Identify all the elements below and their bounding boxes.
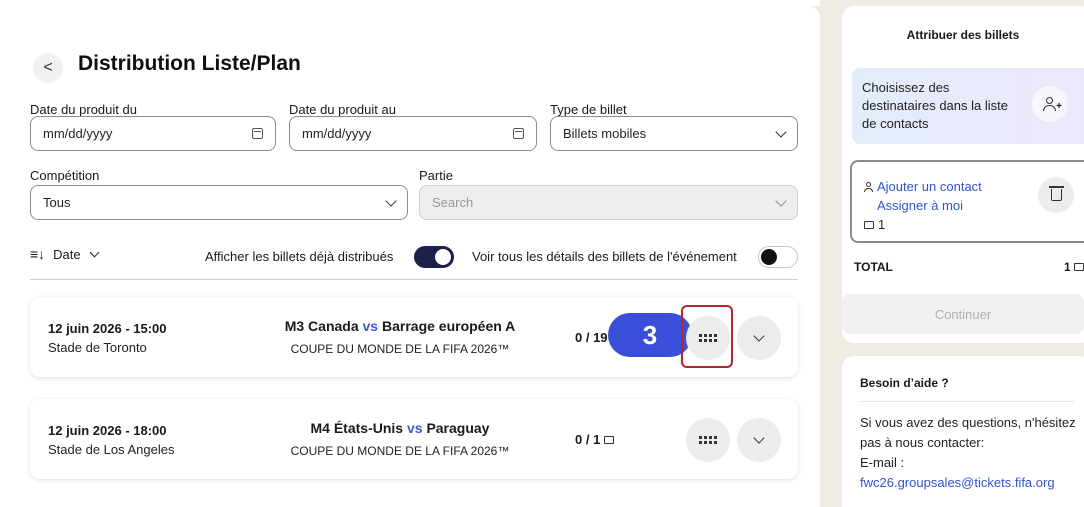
competition-select[interactable]: Tous (30, 185, 408, 220)
ticket-count-value: 0 / 19 (575, 330, 608, 345)
step-badge: 3 (608, 313, 692, 357)
event-venue: Stade de Los Angeles (48, 442, 175, 457)
away-team: Barrage européen A (381, 318, 516, 334)
away-team: Paraguay (426, 420, 490, 436)
help-text: Si vous avez des questions, n'hésitez pa… (860, 413, 1080, 493)
match-search-placeholder: Search (432, 195, 474, 210)
divider (860, 401, 1074, 402)
seat-grid-icon (699, 436, 717, 444)
back-arrow-icon: < (43, 59, 53, 76)
contact-ticket-count: 1 (864, 217, 885, 232)
ticket-icon (604, 435, 615, 444)
chevron-down-icon (753, 432, 765, 444)
help-email-link[interactable]: fwc26.groupsales@tickets.fifa.org (860, 473, 1080, 493)
calendar-icon[interactable] (252, 128, 263, 139)
date-to-input[interactable]: mm/dd/yyyy (289, 116, 537, 151)
trash-icon (1048, 186, 1064, 201)
ticket-type-value: Billets mobiles (563, 126, 647, 141)
help-email-label: E-mail : (860, 455, 905, 470)
user-add-icon (1043, 97, 1057, 111)
show-distributed-toggle[interactable] (414, 246, 454, 268)
home-team: Canada (308, 318, 359, 334)
show-distributed-label: Afficher les billets déjà distribués (205, 249, 394, 264)
ticket-icon (1073, 263, 1084, 271)
ticket-type-select[interactable]: Billets mobiles (550, 116, 798, 151)
date-to-value: mm/dd/yyyy (302, 126, 372, 141)
event-venue: Stade de Toronto (48, 340, 147, 355)
continue-button[interactable]: Continuer (842, 294, 1084, 334)
date-to-label: Date du produit au (289, 102, 396, 117)
choose-recipients-box[interactable]: Choisissez des destinataires dans la lis… (852, 68, 1084, 144)
date-from-label: Date du produit du (30, 102, 137, 117)
add-contact-label: Ajouter un contact (877, 179, 982, 194)
match-label: Partie (419, 168, 453, 183)
contact-card: Ajouter un contact Assigner à moi 1 (850, 160, 1084, 243)
date-from-input[interactable]: mm/dd/yyyy (30, 116, 276, 151)
vs-label: vs (362, 318, 379, 334)
ticket-count: 0 / 1 (575, 432, 615, 447)
back-button[interactable]: < (33, 53, 63, 83)
ticket-count: 0 / 19 (575, 330, 608, 345)
panel-title: Attribuer des billets (906, 28, 1020, 42)
seat-plan-button[interactable] (686, 418, 730, 462)
ticket-type-label: Type de billet (550, 102, 627, 117)
chevron-down-icon (775, 125, 787, 138)
help-panel: Besoin d’aide ? Si vous avez des questio… (842, 356, 1084, 507)
vs-label: vs (406, 420, 423, 436)
chevron-down-icon (775, 194, 787, 207)
ticket-icon (864, 220, 874, 229)
competition-value: Tous (43, 195, 71, 210)
chevron-down-icon (385, 194, 397, 207)
total-number: 1 (1064, 260, 1071, 274)
match-code: M4 (310, 420, 330, 436)
toggle-knob (761, 249, 777, 265)
person-icon (864, 182, 873, 192)
assign-panel: Attribuer des billets Choisissez des des… (842, 6, 1084, 343)
event-date: 12 juin 2026 - 15:00 (48, 321, 167, 336)
match-search-select[interactable]: Search (419, 185, 798, 220)
show-details-label: Voir tous les détails des billets de l'é… (472, 249, 737, 264)
event-date: 12 juin 2026 - 18:00 (48, 423, 167, 438)
event-competition: COUPE DU MONDE DE LA FIFA 2026™ (290, 342, 510, 356)
date-from-value: mm/dd/yyyy (43, 126, 113, 141)
highlight-box (681, 305, 733, 368)
expand-button[interactable] (737, 316, 781, 360)
add-user-button[interactable]: + (1032, 86, 1068, 122)
choose-recipients-text: Choisissez des destinataires dans la lis… (862, 80, 1008, 131)
event-competition: COUPE DU MONDE DE LA FIFA 2026™ (290, 444, 510, 458)
show-details-toggle[interactable] (758, 246, 798, 268)
event-match: M3 Canada vs Barrage européen A (230, 318, 570, 334)
event-card: 12 juin 2026 - 15:00 Stade de Toronto M3… (30, 297, 798, 377)
delete-button[interactable] (1038, 177, 1074, 213)
chevron-down-icon (753, 330, 765, 342)
contact-ticket-value: 1 (878, 217, 886, 232)
sort-control[interactable]: ≡↓ Date (30, 246, 100, 262)
ticket-count-value: 0 / 1 (575, 432, 601, 447)
sort-icon: ≡↓ (30, 246, 46, 262)
calendar-icon[interactable] (513, 128, 524, 139)
event-card: 12 juin 2026 - 18:00 Stade de Los Angele… (30, 399, 798, 479)
event-match: M4 États-Unis vs Paraguay (230, 420, 570, 436)
sort-label: Date (53, 246, 81, 262)
page-title: Distribution Liste/Plan (78, 52, 301, 75)
competition-label: Compétition (30, 168, 100, 183)
expand-button[interactable] (737, 418, 781, 462)
chevron-down-icon (89, 247, 100, 257)
toggle-knob (435, 249, 451, 265)
home-team: États-Unis (333, 420, 404, 436)
main-content: < Distribution Liste/Plan Date du produi… (0, 6, 820, 507)
help-title: Besoin d’aide ? (860, 376, 949, 390)
total-value: 1 (1064, 260, 1084, 274)
help-message: Si vous avez des questions, n'hésitez pa… (860, 415, 1076, 450)
assign-me-link[interactable]: Assigner à moi (877, 198, 963, 213)
divider (30, 279, 798, 280)
match-code: M3 (284, 318, 305, 334)
total-label: TOTAL (854, 260, 893, 274)
add-contact-link[interactable]: Ajouter un contact (864, 179, 982, 194)
